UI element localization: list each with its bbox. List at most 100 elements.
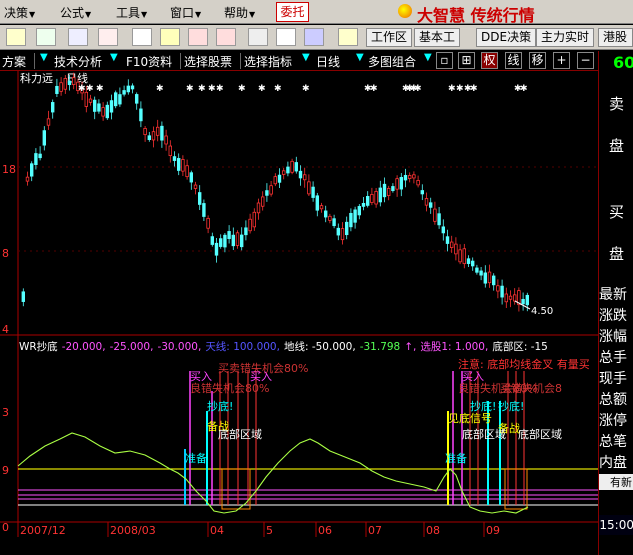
candle-body: [193, 184, 198, 189]
candle-body: [277, 174, 282, 183]
market-button[interactable]: 港股: [598, 28, 633, 47]
x-tick-label: 2007/12: [20, 524, 66, 537]
chart-annotation: 注意: 底部均线金叉 有量买: [458, 357, 590, 371]
candle-body: [298, 170, 303, 179]
zoom-out-icon[interactable]: −: [577, 52, 594, 69]
dde-button[interactable]: DDE决策: [476, 28, 537, 47]
crosshair-icon[interactable]: ⊞: [458, 52, 475, 69]
signal-star-icon: ✱: [198, 84, 206, 94]
tab-pick-indicator[interactable]: 选择指标: [244, 53, 292, 70]
menu-item[interactable]: 决策▼: [4, 4, 35, 21]
candle-body: [105, 104, 109, 119]
candle-body: [265, 190, 269, 196]
chart-type-icon[interactable]: ▫: [436, 52, 453, 69]
y-tick: 4: [2, 323, 9, 336]
chart-grid-icon[interactable]: [36, 28, 56, 46]
sell-label: 卖: [608, 95, 624, 113]
candle-body: [386, 187, 391, 196]
dropdown-arrow-icon[interactable]: ▼: [302, 52, 310, 63]
help-cursor-icon[interactable]: [338, 28, 358, 46]
candle-body: [189, 172, 193, 183]
move-tool-button[interactable]: 移: [529, 52, 546, 69]
brand-title: 大智慧 传统行情: [417, 6, 535, 25]
candle-body: [114, 92, 118, 107]
tab-tech-analysis[interactable]: 技术分析: [54, 53, 102, 70]
candle-body: [307, 181, 311, 195]
candle-body: [349, 212, 353, 228]
candle-body: [332, 218, 336, 227]
dropdown-arrow-icon[interactable]: ▼: [424, 52, 432, 63]
workzone-button[interactable]: 工作区: [366, 28, 413, 47]
menu-item[interactable]: 窗口▼: [170, 4, 201, 21]
menu-item[interactable]: 工具▼: [116, 4, 147, 21]
candle-body: [420, 190, 424, 195]
chart-annotation: 抄底!: [207, 399, 233, 413]
quote-field-label: 涨幅: [599, 329, 627, 345]
candle-body: [294, 162, 298, 172]
books-icon[interactable]: [304, 28, 324, 46]
tab-multi-combo[interactable]: 多图组合: [368, 53, 416, 70]
quote-field-label: 总手: [599, 350, 627, 366]
info-red-icon[interactable]: [188, 28, 208, 46]
indicator-value: -31.798: [360, 341, 401, 353]
candle-body: [454, 243, 458, 255]
tab-separator: [34, 53, 35, 69]
quote-field-label: 涨跌: [599, 308, 627, 324]
people-icon[interactable]: [98, 28, 118, 46]
tab-f10[interactable]: F10资料: [126, 53, 172, 70]
price-readout: 60: [613, 53, 633, 72]
signal-star-icon: ✱: [156, 84, 164, 94]
candle-body: [51, 102, 55, 113]
tab-pick-stock[interactable]: 选择股票: [184, 53, 232, 70]
binoculars-icon[interactable]: [68, 28, 88, 46]
tab-plan[interactable]: 方案: [2, 53, 26, 70]
candle-body: [239, 234, 244, 248]
signal-star-icon: ✱: [78, 84, 86, 94]
line-tool-button[interactable]: 线: [505, 52, 522, 69]
signal-star-icon: ✱: [456, 84, 464, 94]
menu-item[interactable]: 公式▼: [60, 4, 91, 21]
signal-star-icon: ✱: [186, 84, 194, 94]
candle-body: [176, 158, 181, 171]
flag-icon[interactable]: [132, 28, 152, 46]
menu-item[interactable]: 帮助▼: [224, 4, 255, 21]
traffic-light-icon[interactable]: [6, 28, 26, 46]
candle-body: [399, 176, 403, 190]
restore-rights-button[interactable]: 权: [481, 52, 498, 69]
candle-body: [500, 285, 504, 298]
candle-body: [513, 294, 517, 302]
candle-body: [248, 218, 252, 232]
menu-bar: 决策▼ 公式▼ 工具▼ 窗口▼ 帮助▼ 委托 大智慧 传统行情: [0, 0, 633, 25]
candle-body: [84, 91, 88, 107]
dropdown-arrow-icon[interactable]: ▼: [40, 52, 48, 63]
dropdown-arrow-icon[interactable]: ▼: [110, 52, 118, 63]
window-icon[interactable]: [276, 28, 296, 46]
candle-body: [151, 131, 156, 141]
y-tick: 8: [2, 247, 9, 260]
candle-body: [139, 108, 143, 122]
candle-body: [256, 202, 261, 214]
candle-body: [269, 185, 273, 195]
diamond-icon[interactable]: [160, 28, 180, 46]
monitor-icon[interactable]: [248, 28, 268, 46]
layout-select[interactable]: 基本工: [414, 28, 461, 47]
candle-body: [197, 192, 202, 205]
candle-body: [504, 293, 508, 303]
quote-panel: 60 卖 盘 买 盘 最新 涨跌 涨幅 总手 现手 总额 涨停 总笔 内盘 有新 15:00: [598, 51, 633, 555]
candle-body: [302, 174, 307, 181]
tab-period[interactable]: 日线: [316, 53, 340, 70]
weituo-button[interactable]: 委托: [276, 2, 309, 22]
indicator-value: ↑,: [404, 341, 416, 353]
candle-body: [424, 198, 429, 206]
candle-body: [340, 228, 345, 241]
stock-chart[interactable]: 科力远 日线 18 8 4 ✱ ✱ ✱ ✱ ✱ ✱ ✱ ✱ ✱ ✱ ✱ ✱ ✱✱ ✱✱✱✱ ✱ ✱ ✱✱ ✱✱ 4…: [0, 71, 598, 537]
chart-annotation: 抄底!: [498, 399, 524, 413]
main-realtime-button[interactable]: 主力实时: [536, 28, 595, 47]
candle-body: [323, 210, 328, 218]
signal-star-icon: ✱: [370, 84, 378, 94]
news-button[interactable]: 有新: [599, 474, 633, 490]
globe-icon[interactable]: [216, 28, 236, 46]
indicator-value: 底部区: -15: [492, 340, 548, 353]
dropdown-arrow-icon[interactable]: ▼: [356, 52, 364, 63]
zoom-in-icon[interactable]: +: [553, 52, 570, 69]
